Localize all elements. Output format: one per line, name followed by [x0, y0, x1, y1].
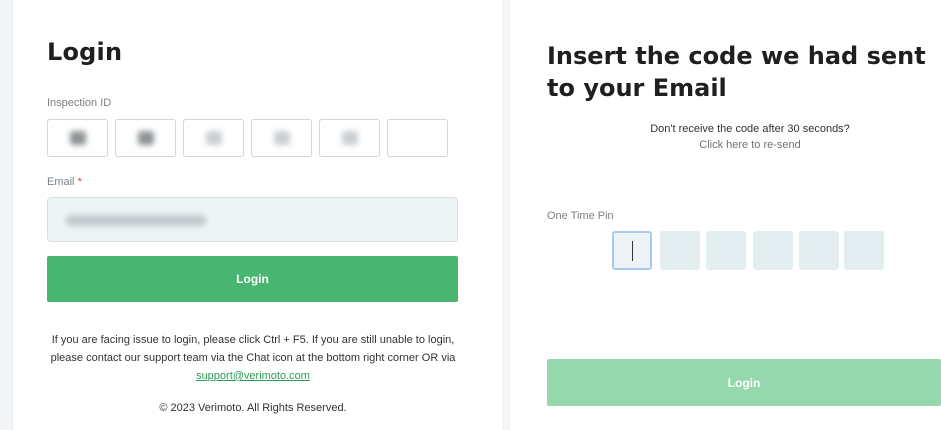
inspection-id-digit-3[interactable] [183, 119, 244, 157]
otp-panel: Insert the code we had sent to your Emai… [510, 0, 941, 430]
otp-digit-3[interactable] [706, 231, 746, 270]
inspection-id-digit-5[interactable] [319, 119, 380, 157]
otp-digit-1[interactable] [612, 231, 652, 270]
login-panel: Login Inspection ID Email * Login If you… [12, 0, 502, 430]
otp-title: Insert the code we had sent to your Emai… [547, 42, 926, 102]
resend-info: Don't receive the code after 30 seconds?… [540, 121, 941, 153]
help-message: If you are facing issue to login, please… [50, 334, 456, 364]
required-mark: * [77, 176, 82, 188]
inspection-id-digit-4[interactable] [251, 119, 312, 157]
support-email-link[interactable]: support@verimoto.com [196, 370, 310, 382]
copyright: © 2023 Verimoto. All Rights Reserved. [159, 402, 347, 414]
inspection-id-digit-6[interactable] [387, 119, 448, 157]
email-label-text: Email [47, 176, 75, 188]
otp-label: One Time Pin [547, 210, 614, 222]
otp-digit-4[interactable] [753, 231, 793, 270]
login-help-text: If you are facing issue to login, please… [43, 331, 463, 385]
email-label: Email * [47, 176, 82, 188]
inspection-id-digit-1[interactable] [47, 119, 108, 157]
inspection-id-label: Inspection ID [47, 97, 112, 109]
text-caret [632, 241, 633, 261]
login-title: Login [47, 38, 123, 66]
otp-login-button[interactable]: Login [547, 359, 941, 406]
otp-digit-2[interactable] [660, 231, 700, 270]
resend-link[interactable]: Click here to re-send [540, 137, 941, 153]
otp-digit-5[interactable] [799, 231, 839, 270]
otp-digit-6[interactable] [844, 231, 884, 270]
email-field[interactable] [47, 197, 458, 242]
login-button[interactable]: Login [47, 256, 458, 302]
inspection-id-digit-2[interactable] [115, 119, 176, 157]
resend-question: Don't receive the code after 30 seconds? [650, 123, 850, 135]
